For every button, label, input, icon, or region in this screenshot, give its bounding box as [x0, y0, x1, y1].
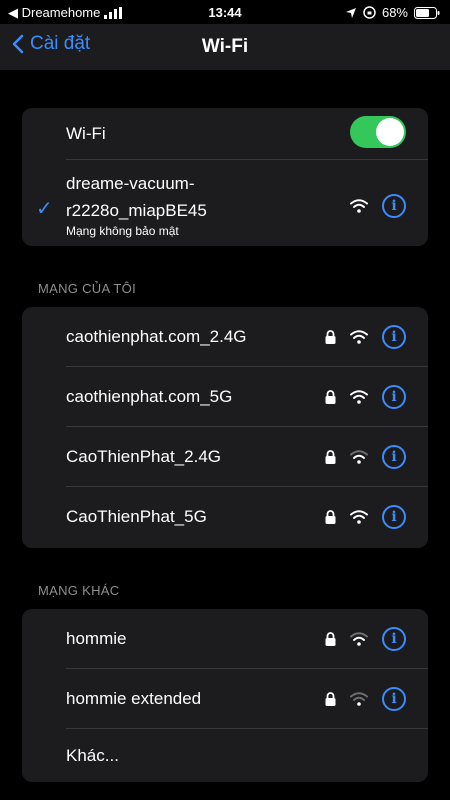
- wifi-toggle-row: Wi-Fi: [22, 108, 428, 160]
- info-button[interactable]: i: [382, 505, 406, 529]
- connected-network-name: dreame-vacuum- r2228o_miapBE45: [66, 170, 266, 224]
- network-row[interactable]: caothienphat.com_2.4G i: [22, 307, 428, 367]
- network-name: CaoThienPhat_5G: [66, 507, 207, 526]
- location-icon: [345, 7, 356, 18]
- info-button[interactable]: i: [382, 385, 406, 409]
- info-button[interactable]: i: [382, 445, 406, 469]
- wifi-signal-icon: [350, 632, 368, 646]
- wifi-signal-icon: [350, 199, 368, 213]
- network-row[interactable]: caothienphat.com_5G i: [22, 367, 428, 427]
- wifi-signal-icon: [350, 450, 368, 464]
- wifi-signal-icon: [350, 330, 368, 344]
- checkmark-icon: ✓: [36, 198, 53, 220]
- other-network-label: Khác...: [66, 745, 119, 765]
- battery-icon: [414, 6, 440, 19]
- wifi-label: Wi-Fi: [66, 124, 106, 143]
- wifi-signal-icon: [350, 390, 368, 404]
- other-networks-header: MẠNG KHÁC: [38, 583, 120, 598]
- network-name: caothienphat.com_2.4G: [66, 327, 247, 346]
- network-name: hommie extended: [66, 689, 202, 708]
- info-button[interactable]: i: [382, 325, 406, 349]
- network-row[interactable]: hommie extended i: [22, 669, 428, 729]
- my-networks-header: MẠNG CỦA TÔI: [38, 281, 136, 296]
- lock-icon: [325, 510, 336, 524]
- lock-icon: [325, 390, 336, 404]
- wifi-signal-icon: [350, 510, 368, 524]
- info-button[interactable]: i: [382, 687, 406, 711]
- network-name: hommie: [66, 629, 127, 648]
- other-network-row[interactable]: Khác...: [22, 729, 428, 782]
- wifi-signal-icon: [350, 692, 368, 706]
- lock-icon: [325, 450, 336, 464]
- info-button[interactable]: i: [382, 194, 406, 218]
- page-title: Wi-Fi: [201, 36, 249, 57]
- screen-lock-icon: [363, 6, 376, 19]
- status-bar-right: 68%: [345, 5, 440, 20]
- other-networks-group: hommie i hommie extended i Khác...: [22, 609, 428, 782]
- connected-network-subtitle: Mạng không bảo mật: [66, 224, 179, 238]
- navigation-bar: Cài đặt Wi-Fi: [0, 24, 450, 70]
- lock-icon: [325, 330, 336, 344]
- status-bar: ◀ Dreamehome 13:44 68%: [0, 0, 450, 24]
- network-row[interactable]: CaoThienPhat_2.4G i: [22, 427, 428, 487]
- connected-network-row[interactable]: ✓ dreame-vacuum- r2228o_miapBE45 Mạng kh…: [22, 160, 428, 246]
- lock-icon: [325, 632, 336, 646]
- network-name: CaoThienPhat_2.4G: [66, 447, 221, 466]
- network-row[interactable]: CaoThienPhat_5G i: [22, 487, 428, 547]
- wifi-group: Wi-Fi ✓ dreame-vacuum- r2228o_miapBE45 M…: [22, 108, 428, 246]
- info-button[interactable]: i: [382, 627, 406, 651]
- my-networks-group: caothienphat.com_2.4G i caothienphat.com…: [22, 307, 428, 548]
- network-row[interactable]: hommie i: [22, 609, 428, 669]
- network-name: caothienphat.com_5G: [66, 387, 233, 406]
- lock-icon: [325, 692, 336, 706]
- wifi-toggle[interactable]: [350, 116, 406, 148]
- battery-percent: 68%: [381, 5, 408, 20]
- connected-network-name-line2: r2228o_miapBE45: [66, 201, 207, 220]
- connected-network-name-line1: dreame-vacuum-: [66, 174, 195, 193]
